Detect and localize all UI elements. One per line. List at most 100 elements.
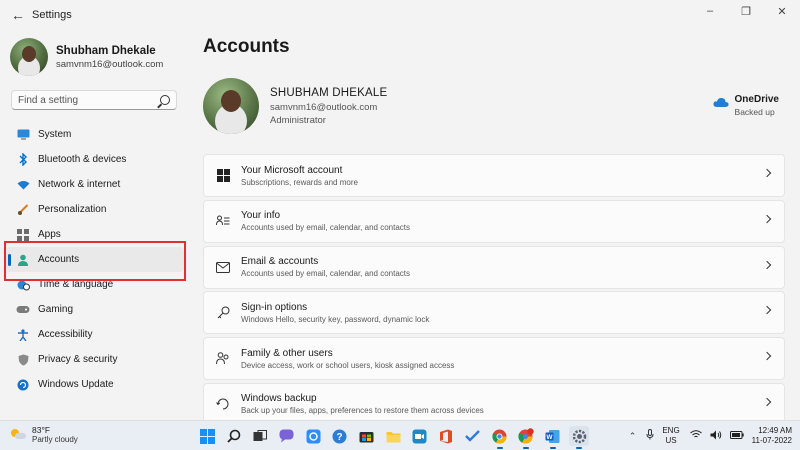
svg-text:?: ? (337, 432, 343, 443)
sidebar-item-accessibility[interactable]: Accessibility (6, 322, 184, 347)
card-family-users[interactable]: Family & other users Device access, work… (203, 337, 785, 381)
card-sign-in-options[interactable]: Sign-in options Windows Hello, security … (203, 291, 785, 335)
card-title: Your Microsoft account (241, 164, 343, 176)
highlight-annotation (4, 241, 186, 281)
search-icon (160, 95, 170, 105)
card-title: Email & accounts (241, 256, 319, 268)
mail-icon (216, 260, 230, 274)
sidebar-item-label: Network & internet (38, 179, 121, 190)
chevron-up-icon[interactable]: ⌃ (629, 431, 637, 442)
svg-text:W: W (547, 434, 554, 441)
card-title: Sign-in options (241, 301, 308, 313)
chrome-icon[interactable] (490, 426, 510, 449)
sidebar-item-system[interactable]: System (6, 122, 184, 147)
bluetooth-icon (16, 153, 30, 167)
gamepad-icon (16, 303, 30, 317)
back-arrow-icon[interactable]: ← (4, 3, 32, 27)
store-icon[interactable] (303, 426, 323, 446)
card-subtitle: Subscriptions, rewards and more (241, 177, 358, 187)
people-icon (216, 352, 230, 366)
lang-line1: ENG (662, 426, 680, 435)
brush-icon (16, 203, 30, 217)
account-header: SHUBHAM DHEKALE samvnm16@outlook.com Adm… (203, 78, 785, 138)
cloud-icon (712, 97, 729, 107)
wifi-icon (16, 178, 30, 192)
chevron-right-icon (762, 260, 772, 269)
card-subtitle: Accounts used by email, calendar, and co… (241, 269, 410, 279)
help-icon[interactable]: ? (330, 426, 350, 446)
taskbar-apps: ? W (197, 426, 596, 449)
page-title: Accounts (203, 36, 290, 57)
card-email-accounts[interactable]: Email & accounts Accounts used by email,… (203, 245, 785, 289)
clock-date: 11-07-2022 (751, 436, 792, 445)
battery-icon[interactable] (729, 430, 744, 442)
card-title: Windows backup (241, 393, 317, 405)
task-view-icon[interactable] (250, 426, 270, 446)
onedrive-name: OneDrive (734, 94, 779, 105)
search-icon[interactable] (224, 426, 244, 446)
card-microsoft-account[interactable]: Your Microsoft account Subscriptions, re… (203, 154, 785, 197)
sidebar-item-bluetooth[interactable]: Bluetooth & devices (6, 147, 184, 172)
onedrive-status-text: Backed up (734, 107, 775, 117)
chevron-right-icon (762, 351, 772, 361)
sidebar-item-label: Bluetooth & devices (38, 154, 127, 165)
teams-chat-icon[interactable] (277, 426, 297, 446)
user-name: Shubham Dhekale (56, 44, 156, 57)
sidebar-item-network[interactable]: Network & internet (6, 172, 184, 197)
sidebar-item-personalization[interactable]: Personalization (6, 197, 184, 222)
file-explorer-icon[interactable] (383, 426, 403, 446)
onedrive-status[interactable]: OneDrive Backed up (712, 94, 779, 117)
weather-widget[interactable]: 83°F Partly cloudy (10, 425, 78, 444)
lang-line2: US (665, 436, 677, 445)
chevron-right-icon (762, 168, 772, 178)
card-subtitle: Accounts used by email, calendar, and co… (241, 223, 410, 233)
close-icon[interactable]: ✕ (764, 0, 800, 22)
clock[interactable]: 12:49 AM 11-07-2022 (752, 426, 792, 446)
card-subtitle: Device access, work or school users, kio… (241, 360, 455, 370)
sidebar-item-label: Personalization (38, 204, 107, 215)
sidebar-item-privacy[interactable]: Privacy & security (6, 347, 184, 372)
volume-icon[interactable] (710, 430, 722, 443)
zoom-icon[interactable] (410, 426, 430, 446)
chevron-right-icon (762, 306, 772, 315)
start-icon[interactable] (197, 426, 217, 446)
todo-icon[interactable] (463, 426, 483, 446)
sidebar-item-windows-update[interactable]: Windows Update (6, 372, 184, 397)
language-indicator[interactable]: ENG US (662, 426, 679, 446)
account-email: samvnm16@outlook.com (270, 102, 378, 113)
sidebar-profile[interactable]: Shubham Dhekale samvnm16@outlook.com (10, 38, 163, 76)
maximize-icon[interactable]: ❐ (728, 0, 764, 22)
avatar (10, 38, 48, 76)
chevron-right-icon (762, 397, 772, 407)
apps-icon (16, 228, 30, 242)
office-icon[interactable] (436, 426, 456, 446)
weather-temp: 83°F (32, 425, 51, 435)
chrome-profile-icon[interactable] (516, 426, 536, 449)
clock-time: 12:49 AM (758, 426, 792, 435)
user-email: samvnm16@outlook.com (56, 58, 164, 70)
sidebar-item-label: Apps (38, 229, 61, 240)
word-icon[interactable]: W (543, 426, 563, 449)
store-bag-icon[interactable] (357, 426, 377, 446)
search-placeholder: Find a setting (18, 94, 79, 106)
wifi-icon[interactable] (689, 430, 702, 442)
minimize-icon[interactable]: – (692, 0, 728, 22)
app-title: Settings (32, 9, 72, 21)
settings-gear-icon[interactable] (569, 426, 590, 449)
sidebar-item-gaming[interactable]: Gaming (6, 297, 184, 322)
system-icon (16, 128, 30, 142)
avatar[interactable] (203, 78, 259, 134)
sidebar-item-label: Privacy & security (38, 354, 118, 365)
search-input[interactable]: Find a setting (11, 90, 177, 110)
sidebar-item-label: Gaming (38, 304, 74, 315)
system-tray: ⌃ ENG US 12:49 AM 11-07-2022 (629, 425, 792, 447)
chevron-right-icon (762, 214, 772, 224)
window-controls: – ❐ ✕ (692, 0, 800, 30)
card-title: Your info (241, 210, 281, 222)
settings-cards: Your Microsoft account Subscriptions, re… (203, 154, 785, 429)
windows-logo-icon (216, 169, 230, 183)
weather-desc: Partly cloudy (32, 435, 78, 444)
card-your-info[interactable]: Your info Accounts used by email, calend… (203, 199, 785, 243)
microphone-icon[interactable] (646, 429, 654, 443)
card-title: Family & other users (241, 347, 333, 359)
